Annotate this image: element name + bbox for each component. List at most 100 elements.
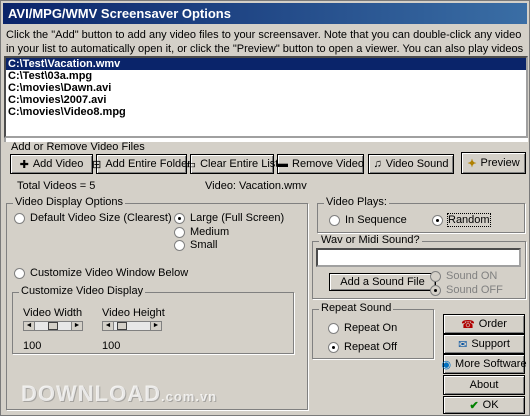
medium-size-label: Medium — [190, 226, 230, 238]
more-software-label: More Software — [455, 358, 527, 370]
radio-circle — [329, 214, 340, 226]
support-button[interactable]: ✉ Support — [443, 334, 525, 354]
clear-icon: ▭ — [185, 158, 197, 171]
default-size-radio[interactable]: Default Video Size (Clearest) — [14, 212, 172, 224]
checkmark-icon: ✔ — [469, 399, 479, 412]
right-arrow-icon[interactable]: ► — [71, 322, 82, 330]
in-sequence-label: In Sequence — [345, 214, 407, 226]
video-sound-label: Video Sound — [385, 158, 449, 170]
ok-label: OK — [482, 399, 499, 411]
phone-icon: ☎ — [461, 318, 475, 331]
customize-display-legend: Customize Video Display — [19, 285, 146, 297]
medium-size-radio[interactable]: Medium — [174, 226, 229, 238]
display-options-legend: Video Display Options — [13, 196, 126, 208]
options-window: AVI/MPG/WMV Screensaver Options Click th… — [0, 0, 530, 416]
list-item[interactable]: C:\movies\Video8.mpg — [6, 106, 526, 118]
customize-display-group: Customize Video Display Video Width Vide… — [12, 285, 294, 354]
in-sequence-radio[interactable]: In Sequence — [329, 214, 407, 226]
remove-video-label: Remove Video — [292, 158, 364, 170]
add-folder-label: Add Entire Folder — [105, 158, 191, 170]
video-height-slider[interactable]: ◄ ► — [102, 321, 162, 331]
sound-off-label: Sound OFF — [446, 284, 503, 296]
radio-circle-selected — [430, 284, 441, 296]
large-size-radio[interactable]: Large (Full Screen) — [174, 212, 284, 224]
add-video-button[interactable]: ✚ Add Video — [10, 154, 93, 174]
preview-label: Preview — [480, 157, 520, 169]
video-width-value: 100 — [23, 340, 42, 352]
video-width-label: Video Width — [23, 307, 83, 319]
watermark-suffix: .com.vn — [160, 389, 218, 404]
speaker-icon: ♫ — [373, 158, 382, 170]
add-folder-button[interactable]: ⊞ Add Entire Folder — [92, 154, 191, 174]
video-plays-group: Video Plays: In Sequence Random — [317, 196, 525, 233]
video-file-list[interactable]: C:\Test\Vacation.wmv C:\Test\03a.mpg C:\… — [4, 56, 528, 138]
sound-on-label: Sound ON — [446, 270, 498, 282]
minus-icon: ▬ — [277, 158, 289, 170]
about-button[interactable]: About — [443, 375, 525, 395]
more-software-button[interactable]: ◉ More Software — [441, 354, 527, 374]
slider-thumb[interactable] — [117, 322, 127, 330]
repeat-off-label: Repeat Off — [344, 341, 397, 353]
total-videos: Total Videos = 5 — [17, 180, 96, 192]
large-size-label: Large (Full Screen) — [190, 212, 285, 224]
sound-off-radio[interactable]: Sound OFF — [430, 284, 503, 296]
preview-button[interactable]: ✦ Preview — [461, 152, 526, 174]
left-arrow-icon[interactable]: ◄ — [103, 322, 114, 330]
radio-circle — [174, 226, 185, 238]
customize-window-label: Customize Video Window Below — [30, 267, 189, 279]
clear-list-button[interactable]: ▭ Clear Entire List — [186, 154, 278, 174]
order-label: Order — [478, 318, 507, 330]
sound-legend: Wav or Midi Sound? — [319, 234, 422, 246]
list-item[interactable]: C:\Test\03a.mpg — [6, 70, 526, 82]
current-video: Video: Vacation.wmv — [205, 180, 307, 192]
clear-list-label: Clear Entire List — [200, 158, 279, 170]
repeat-sound-legend: Repeat Sound — [319, 302, 394, 314]
random-label: Random — [447, 213, 491, 227]
video-height-value: 100 — [102, 340, 121, 352]
sound-on-radio[interactable]: Sound ON — [430, 270, 497, 282]
order-button[interactable]: ☎ Order — [443, 314, 525, 334]
sound-file-input[interactable] — [316, 248, 521, 267]
radio-circle — [328, 322, 339, 334]
left-arrow-icon[interactable]: ◄ — [24, 322, 35, 330]
small-size-label: Small — [190, 239, 218, 251]
add-remove-heading: Add or Remove Video Files — [11, 141, 145, 153]
repeat-on-radio[interactable]: Repeat On — [328, 322, 397, 334]
add-sound-file-button[interactable]: Add a Sound File — [329, 273, 436, 291]
radio-circle-selected — [328, 341, 339, 353]
video-width-slider[interactable]: ◄ ► — [23, 321, 83, 331]
small-size-radio[interactable]: Small — [174, 239, 218, 251]
radio-circle — [430, 270, 441, 282]
envelope-icon: ✉ — [458, 338, 468, 351]
radio-circle — [14, 212, 25, 224]
repeat-off-radio[interactable]: Repeat Off — [328, 341, 397, 353]
preview-icon: ✦ — [467, 157, 477, 170]
window-title: AVI/MPG/WMV Screensaver Options — [3, 3, 527, 24]
radio-circle — [14, 267, 25, 279]
repeat-on-label: Repeat On — [344, 322, 398, 334]
radio-circle — [174, 239, 185, 251]
list-item[interactable]: C:\Test\Vacation.wmv — [6, 58, 526, 70]
watermark-main: DOWNLOAD — [21, 381, 161, 406]
remove-video-button[interactable]: ▬ Remove Video — [277, 154, 364, 174]
support-label: Support — [471, 338, 510, 350]
watermark-logo: DOWNLOAD.com.vn — [21, 381, 217, 407]
list-item[interactable]: C:\movies\Dawn.avi — [6, 82, 526, 94]
repeat-sound-group: Repeat Sound Repeat On Repeat Off — [312, 302, 434, 359]
sound-group: Wav or Midi Sound? Add a Sound File Soun… — [312, 234, 526, 299]
radio-circle-selected — [432, 214, 443, 226]
customize-window-radio[interactable]: Customize Video Window Below — [14, 267, 188, 279]
plus-icon: ✚ — [19, 158, 29, 171]
default-size-label: Default Video Size (Clearest) — [30, 212, 172, 224]
list-item[interactable]: C:\movies\2007.avi — [6, 94, 526, 106]
video-height-label: Video Height — [102, 307, 165, 319]
video-plays-legend: Video Plays: — [324, 196, 389, 208]
add-video-label: Add Video — [32, 158, 84, 170]
display-options-group: Video Display Options Default Video Size… — [6, 196, 308, 410]
slider-thumb[interactable] — [48, 322, 58, 330]
right-arrow-icon[interactable]: ► — [150, 322, 161, 330]
video-sound-button[interactable]: ♫ Video Sound — [368, 154, 454, 174]
globe-icon: ◉ — [441, 358, 452, 371]
ok-button[interactable]: ✔ OK — [443, 396, 525, 414]
random-radio[interactable]: Random — [432, 213, 491, 227]
